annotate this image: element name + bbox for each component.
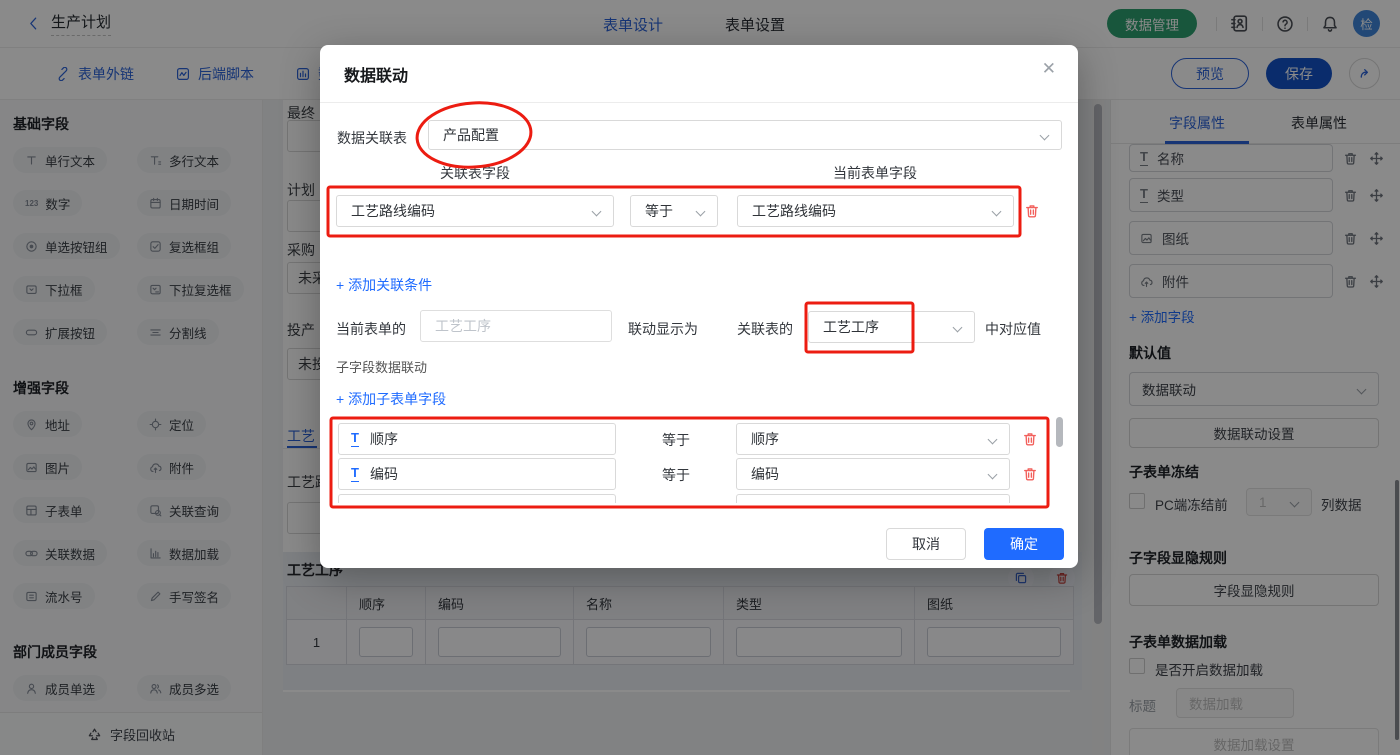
- corresponding-value-label: 中对应值: [985, 321, 1041, 337]
- subfield-field-box[interactable]: T 编码: [338, 458, 616, 490]
- condition-op-select[interactable]: 等于: [630, 195, 718, 227]
- subfield-value-select[interactable]: 顺序: [736, 423, 1010, 455]
- modal-title: 数据联动: [344, 68, 409, 85]
- subfield-op: 等于: [662, 467, 690, 483]
- current-form-label: 当前表单的: [336, 321, 406, 337]
- confirm-button[interactable]: 确定: [984, 528, 1064, 560]
- subfield-linkage-title: 子字段数据联动: [336, 360, 428, 375]
- data-linkage-modal: 数据联动 ✕ 数据关联表 产品配置 关联表字段 当前表单字段 工艺路线编码 等于…: [320, 45, 1078, 568]
- relation-table-label: 数据关联表: [337, 130, 407, 146]
- text-icon: T: [351, 430, 359, 447]
- chevron-down-icon: [1039, 130, 1050, 141]
- modal-scrollbar[interactable]: [1056, 417, 1063, 447]
- subfield-field-box[interactable]: T 顺序: [338, 423, 616, 455]
- related-field-select[interactable]: 工艺工序: [808, 311, 975, 343]
- chevron-down-icon: [987, 434, 998, 445]
- subfield-delete-button[interactable]: [1022, 466, 1038, 482]
- chevron-down-icon: [987, 469, 998, 480]
- header-current-field: 当前表单字段: [833, 165, 917, 181]
- relation-table-select[interactable]: 产品配置: [428, 120, 1062, 150]
- subfield-op: 等于: [662, 432, 690, 448]
- add-subfield-link[interactable]: + 添加子表单字段: [336, 389, 446, 409]
- subfield-row-partial: [736, 494, 1010, 503]
- subfield-value-select[interactable]: 编码: [736, 458, 1010, 490]
- display-as-label: 联动显示为: [628, 321, 698, 337]
- condition-left-select[interactable]: 工艺路线编码: [336, 195, 614, 227]
- related-table-label: 关联表的: [737, 321, 793, 337]
- app-root: 生产计划 表单设计 表单设置 数据管理 检 表单外链后端脚本数据权限 预览 保存…: [0, 0, 1400, 755]
- cancel-button[interactable]: 取消: [886, 528, 966, 560]
- add-condition-link[interactable]: + 添加关联条件: [336, 275, 432, 295]
- subfield-delete-button[interactable]: [1022, 431, 1038, 447]
- chevron-down-icon: [695, 206, 706, 217]
- current-field-input[interactable]: 工艺工序: [420, 310, 612, 342]
- condition-right-select[interactable]: 工艺路线编码: [737, 195, 1014, 227]
- text-icon: T: [351, 465, 359, 482]
- chevron-down-icon: [952, 322, 963, 333]
- modal-divider: [320, 102, 1078, 103]
- subfield-row-partial: [338, 494, 616, 503]
- header-relation-field: 关联表字段: [440, 165, 510, 181]
- condition-delete-button[interactable]: [1024, 203, 1040, 219]
- close-icon[interactable]: ✕: [1042, 59, 1056, 79]
- chevron-down-icon: [991, 206, 1002, 217]
- chevron-down-icon: [591, 206, 602, 217]
